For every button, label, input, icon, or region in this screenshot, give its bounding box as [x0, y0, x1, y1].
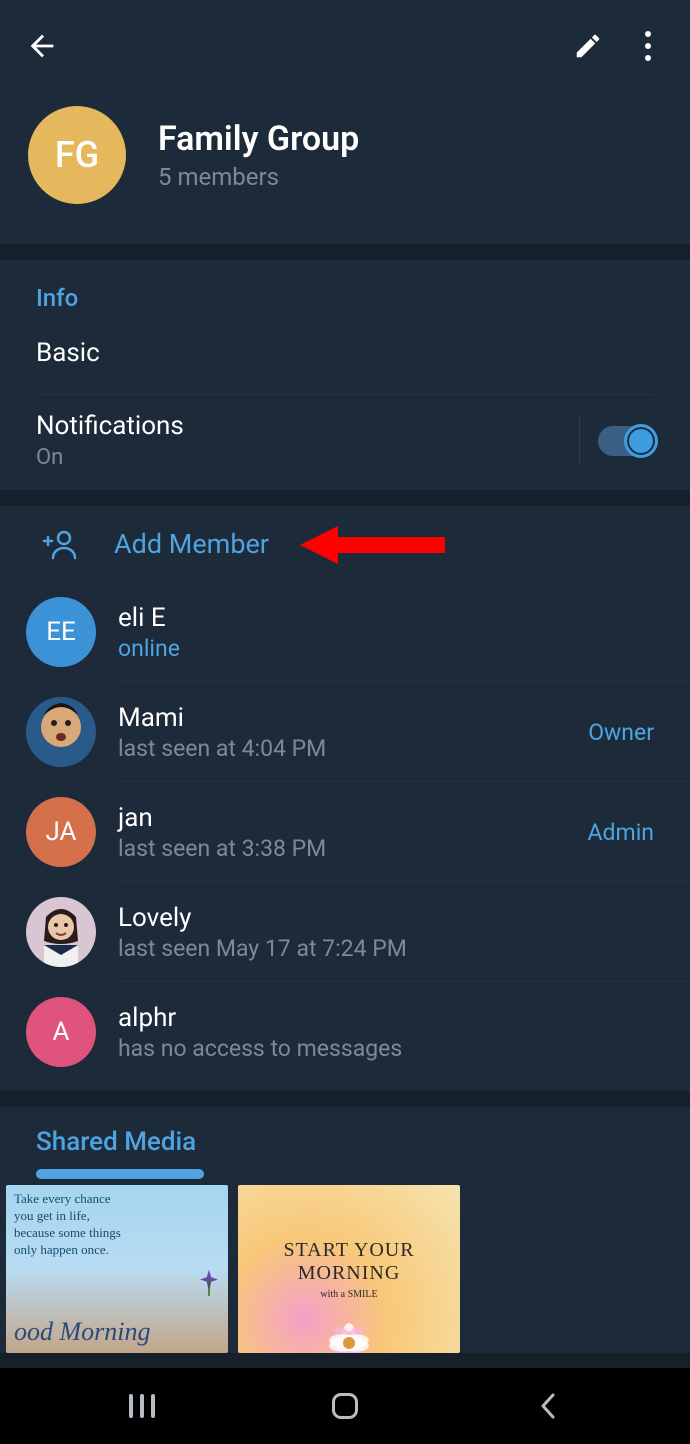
shared-media-label[interactable]: Shared Media	[0, 1127, 690, 1169]
info-section-label: Info	[36, 260, 654, 328]
flower-icon	[194, 1266, 224, 1296]
member-row[interactable]: Mamilast seen at 4:04 PMOwner	[0, 682, 690, 781]
media-text: MORNING	[298, 1262, 401, 1285]
member-name: eli E	[118, 603, 654, 633]
media-text: Take every chance	[14, 1191, 220, 1208]
member-name: Mami	[118, 703, 588, 733]
info-value[interactable]: Basic	[36, 328, 654, 395]
divider	[579, 416, 580, 466]
member-name: jan	[118, 803, 588, 833]
recent-apps-icon	[129, 1394, 155, 1418]
notifications-toggle[interactable]	[598, 426, 654, 456]
toolbar	[0, 0, 690, 92]
pencil-icon	[573, 31, 603, 61]
member-avatar	[26, 897, 96, 967]
tab-indicator	[36, 1169, 204, 1179]
member-row[interactable]: Aalphrhas no access to messages	[0, 982, 690, 1081]
member-row[interactable]: Lovelylast seen May 17 at 7:24 PM	[0, 882, 690, 981]
home-icon	[332, 1393, 358, 1419]
add-member-label: Add Member	[114, 528, 269, 560]
member-status: last seen May 17 at 7:24 PM	[118, 935, 654, 962]
media-text: with a SMILE	[320, 1289, 377, 1300]
back-button[interactable]	[12, 16, 72, 76]
arrow-left-icon	[25, 29, 59, 63]
more-options-button[interactable]	[618, 16, 678, 76]
chevron-left-icon	[538, 1392, 558, 1420]
info-section: Info Basic Notifications On	[0, 260, 690, 490]
group-title: Family Group	[158, 119, 359, 159]
member-name: Lovely	[118, 903, 654, 933]
more-vertical-icon	[645, 31, 651, 61]
notifications-status: On	[36, 445, 579, 470]
media-text: only happen once.	[14, 1242, 220, 1259]
group-avatar[interactable]: FG	[28, 106, 126, 204]
member-avatar	[26, 697, 96, 767]
media-text: you get in life,	[14, 1208, 220, 1225]
member-avatar: JA	[26, 797, 96, 867]
member-role: Admin	[588, 819, 654, 846]
member-name: alphr	[118, 1003, 654, 1033]
member-row[interactable]: JA janlast seen at 3:38 PMAdmin	[0, 782, 690, 881]
annotation-arrow	[300, 520, 450, 570]
media-text: ood Morning	[14, 1317, 220, 1347]
member-row[interactable]: EE eli Eonline	[0, 582, 690, 681]
group-header: FG Family Group 5 members	[0, 92, 690, 244]
member-role: Owner	[588, 719, 654, 746]
media-text: because some things	[14, 1225, 220, 1242]
nav-recent-button[interactable]	[102, 1381, 182, 1431]
flower-icon	[309, 1313, 389, 1353]
notifications-row[interactable]: Notifications On	[36, 395, 654, 490]
member-status: has no access to messages	[118, 1035, 654, 1062]
nav-home-button[interactable]	[305, 1381, 385, 1431]
member-avatar: EE	[26, 597, 96, 667]
member-avatar: A	[26, 997, 96, 1067]
media-thumbnail[interactable]: Take every chance you get in life, becau…	[6, 1185, 228, 1353]
notifications-label: Notifications	[36, 411, 579, 441]
member-status: last seen at 4:04 PM	[118, 735, 588, 762]
system-navbar	[0, 1368, 690, 1444]
member-status: online	[118, 635, 654, 662]
nav-back-button[interactable]	[508, 1381, 588, 1431]
add-member-icon	[36, 528, 82, 560]
group-subtitle: 5 members	[158, 163, 359, 191]
shared-media-section: Shared Media Take every chance you get i…	[0, 1107, 690, 1353]
media-thumbnail[interactable]: START YOUR MORNING with a SMILE	[238, 1185, 460, 1353]
members-section: Add Member EEeli EonlineMamilast seen at…	[0, 506, 690, 1091]
media-text: START YOUR	[283, 1239, 414, 1262]
member-status: last seen at 3:38 PM	[118, 835, 588, 862]
edit-button[interactable]	[558, 16, 618, 76]
add-member-button[interactable]: Add Member	[0, 506, 690, 582]
